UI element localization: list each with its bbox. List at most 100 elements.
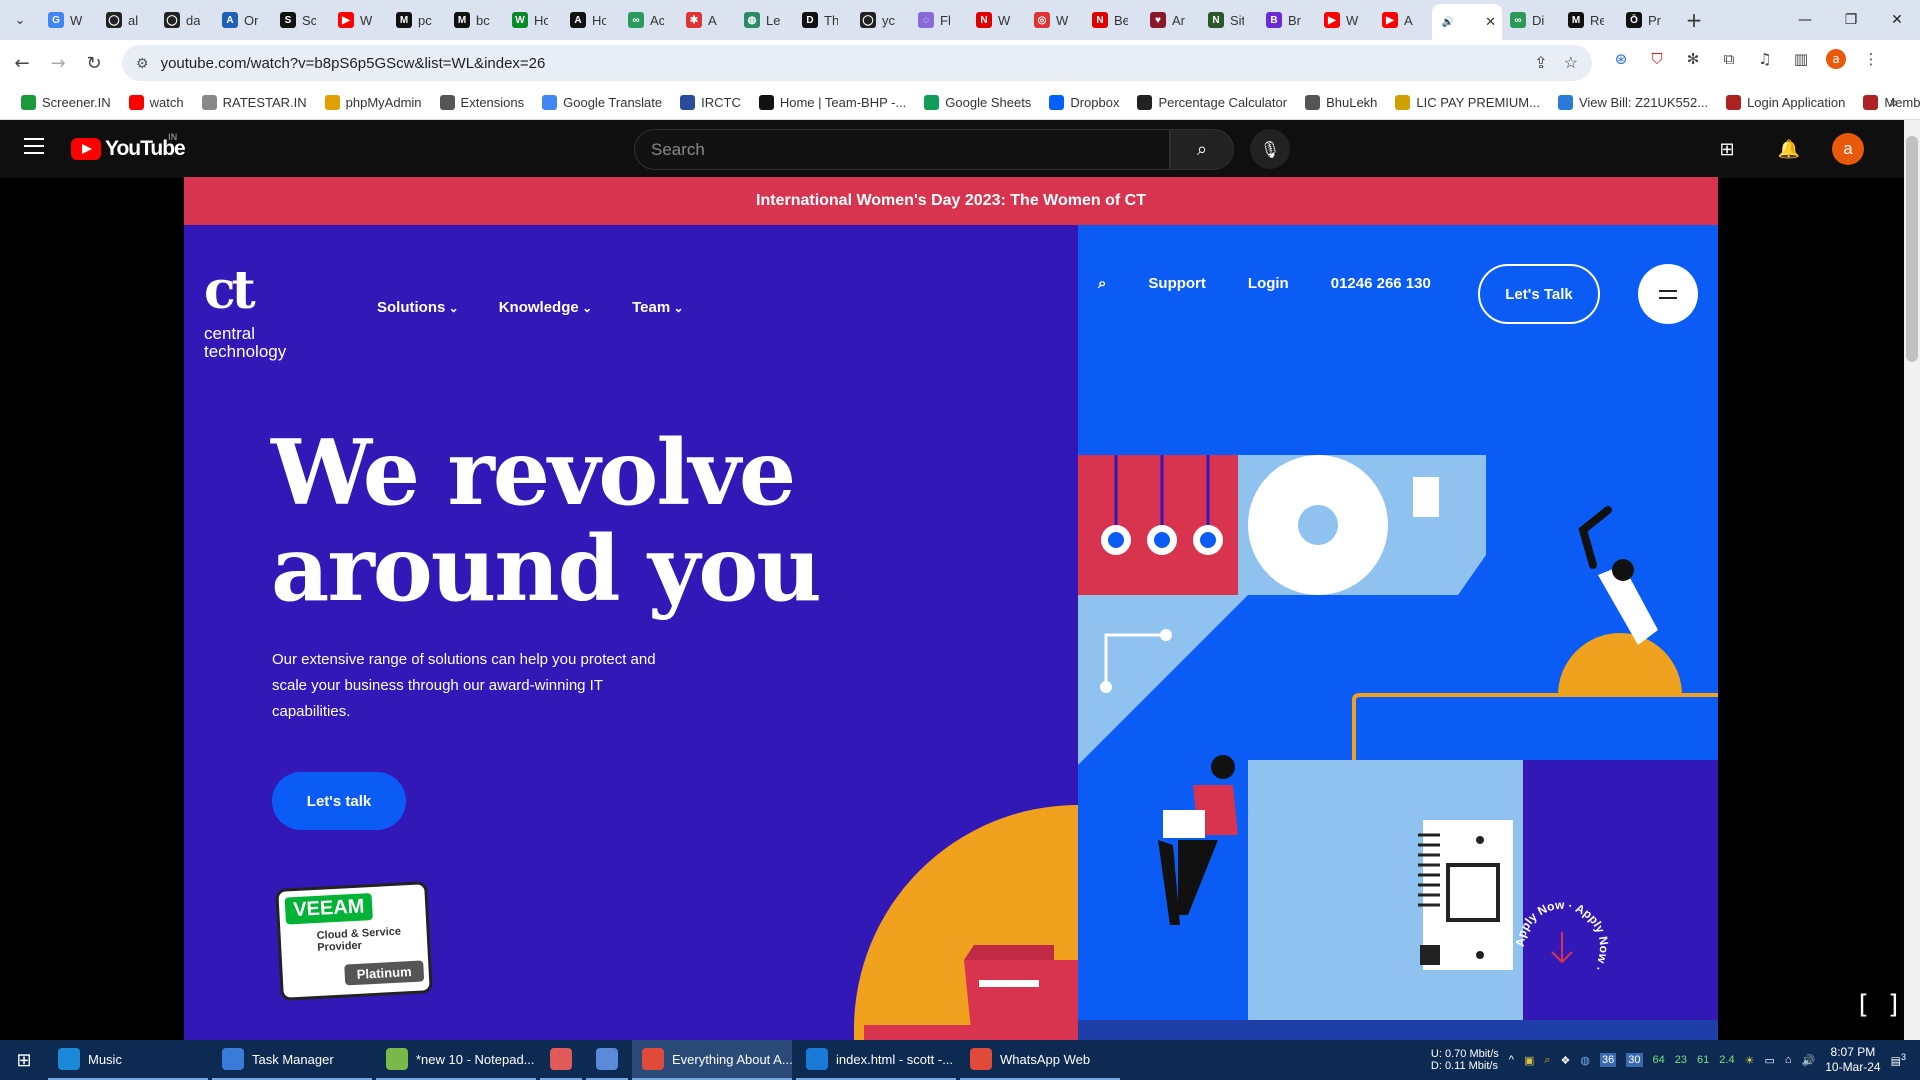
extension-shield-icon[interactable]: ⛉ — [1646, 48, 1668, 70]
browser-tab[interactable]: ∞ Di — [1502, 4, 1560, 36]
url-text[interactable]: youtube.com/watch?v=b8pS6p5GScw&list=WL&… — [161, 55, 546, 72]
youtube-logo[interactable]: YouTube IN — [71, 133, 186, 161]
browser-tab[interactable]: A Hc — [562, 4, 620, 36]
chrome-menu-icon[interactable]: ⋮ — [1860, 48, 1882, 70]
tray-search-icon[interactable]: ⌕ — [1544, 1054, 1550, 1067]
browser-tab[interactable]: D Th — [794, 4, 852, 36]
browser-tab[interactable]: ▶ A — [1374, 4, 1432, 36]
bookmarks-overflow-icon[interactable]: » — [1890, 94, 1898, 111]
tray-app-icon[interactable]: ❖ — [1561, 1054, 1571, 1067]
extensions-puzzle-icon[interactable]: ⧉ — [1718, 48, 1740, 70]
tab-search-button[interactable]: ⌄ — [0, 0, 40, 40]
browser-tab[interactable]: N Sit — [1200, 4, 1258, 36]
taskbar-app[interactable]: Everything About A... — [632, 1040, 793, 1080]
notification-center-icon[interactable]: ▤3 — [1891, 1052, 1906, 1068]
browser-tab[interactable]: ◎ W — [1026, 4, 1084, 36]
site-info-icon[interactable]: ⚙ — [136, 55, 149, 72]
browser-tab[interactable]: NW — [968, 4, 1026, 36]
bookmark-item[interactable]: Dropbox — [1040, 95, 1128, 110]
bookmark-item[interactable]: RATESTAR.IN — [193, 95, 316, 110]
page-scrollbar[interactable] — [1904, 120, 1920, 1040]
tray-volume-icon[interactable]: 🔊 — [1802, 1054, 1816, 1067]
browser-tab[interactable]: ▶ W — [330, 4, 388, 36]
voice-search-button[interactable]: 🎙 — [1250, 129, 1290, 169]
search-button[interactable]: ⌕ — [1170, 129, 1234, 170]
extension-1-icon[interactable]: ⊛ — [1610, 48, 1632, 70]
taskbar-app[interactable]: Task Manager — [212, 1040, 372, 1080]
scrollbar-thumb[interactable] — [1906, 136, 1918, 362]
browser-tab[interactable]: A Or — [214, 4, 272, 36]
browser-tab[interactable]: ▶ W — [1316, 4, 1374, 36]
address-bar[interactable]: ⚙ youtube.com/watch?v=b8pS6p5GScw&list=W… — [122, 45, 1592, 81]
tray-network-icon[interactable]: ⌂ — [1785, 1054, 1792, 1066]
browser-tab[interactable]: ◯ al — [98, 4, 156, 36]
minimize-button[interactable]: — — [1782, 0, 1828, 40]
bookmark-item[interactable]: Extensions — [431, 95, 534, 110]
browser-tab[interactable]: ◯ yc — [852, 4, 910, 36]
fullscreen-bracket-icon[interactable]: [ ] — [1855, 990, 1902, 1020]
restore-button[interactable]: ❐ — [1828, 0, 1874, 40]
install-app-icon[interactable]: ⇪ — [1534, 53, 1547, 73]
guide-menu-icon[interactable] — [24, 138, 44, 154]
reload-button[interactable]: ↻ — [76, 45, 112, 81]
browser-tab[interactable]: B Br — [1258, 4, 1316, 36]
browser-tab[interactable]: ∞ Ac — [620, 4, 678, 36]
media-control-icon[interactable]: ♫ — [1754, 48, 1776, 70]
taskbar-app[interactable]: index.html - scott -... — [796, 1040, 956, 1080]
bookmark-favicon-icon — [758, 95, 774, 110]
browser-tab[interactable]: S Sc — [272, 4, 330, 36]
browser-tab[interactable]: ✱ A — [678, 4, 736, 36]
browser-tab[interactable]: N Be — [1084, 4, 1142, 36]
browser-tab[interactable]: Mbc — [446, 4, 504, 36]
tray-battery-icon[interactable]: ▭ — [1764, 1054, 1774, 1067]
browser-tab[interactable]: ♥ Ar — [1142, 4, 1200, 36]
new-tab-button[interactable]: + — [1676, 8, 1712, 32]
bookmark-item[interactable]: phpMyAdmin — [316, 95, 431, 110]
bookmark-item[interactable]: Screener.IN — [12, 95, 120, 110]
taskbar-app[interactable] — [540, 1040, 582, 1080]
taskbar-app[interactable] — [586, 1040, 628, 1080]
taskbar-app[interactable]: Music — [48, 1040, 208, 1080]
account-avatar[interactable]: a — [1832, 133, 1864, 165]
tray-overflow-icon[interactable]: ^ — [1509, 1054, 1514, 1066]
close-tab-icon[interactable]: ✕ — [1485, 14, 1496, 30]
bookmark-item[interactable]: Member Home — [1854, 95, 1920, 110]
extension-bug-icon[interactable]: ✻ — [1682, 48, 1704, 70]
browser-tab[interactable]: W Hc — [504, 4, 562, 36]
search-input[interactable]: Search — [634, 129, 1170, 170]
bookmark-item[interactable]: LIC PAY PREMIUM... — [1386, 95, 1549, 110]
profile-avatar[interactable]: a — [1826, 49, 1846, 69]
forward-button[interactable]: → — [40, 45, 76, 81]
bookmark-item[interactable]: IRCTC — [671, 95, 750, 110]
bookmark-star-icon[interactable]: ☆ — [1564, 53, 1578, 73]
tray-folder-icon[interactable]: ▣ — [1524, 1054, 1534, 1067]
video-player[interactable]: International Women's Day 2023: The Wome… — [184, 177, 1718, 1040]
browser-tab[interactable]: ◌ Fl — [910, 4, 968, 36]
bookmark-item[interactable]: BhuLekh — [1296, 95, 1386, 110]
bookmark-item[interactable]: watch — [120, 95, 193, 110]
browser-tab[interactable]: GW — [40, 4, 98, 36]
browser-tab[interactable]: Mpc — [388, 4, 446, 36]
browser-tab[interactable]: ◍ Le — [736, 4, 794, 36]
browser-tab[interactable]: M Re — [1560, 4, 1618, 36]
bookmark-item[interactable]: Google Sheets — [915, 95, 1040, 110]
back-button[interactable]: ← — [4, 45, 40, 81]
bookmark-item[interactable]: Percentage Calculator — [1128, 95, 1296, 110]
tray-globe-icon[interactable]: ◍ — [1580, 1054, 1590, 1067]
bookmark-item[interactable]: Google Translate — [533, 95, 671, 110]
clock[interactable]: 8:07 PM 10-Mar-24 — [1825, 1045, 1880, 1075]
bookmark-item[interactable]: Login Application — [1717, 95, 1854, 110]
close-window-button[interactable]: ✕ — [1874, 0, 1920, 40]
side-panel-icon[interactable]: ▥ — [1790, 48, 1812, 70]
taskbar-app[interactable]: WhatsApp Web — [960, 1040, 1120, 1080]
bookmark-item[interactable]: Home | Team-BHP -... — [750, 95, 915, 110]
tray-power-icon[interactable]: ☀ — [1745, 1054, 1755, 1067]
taskbar-app[interactable]: *new 10 - Notepad... — [376, 1040, 536, 1080]
windows-start-icon[interactable]: ⊞ — [0, 1040, 48, 1080]
create-video-icon[interactable]: ⊞ — [1708, 130, 1746, 168]
browser-tab[interactable]: 🔊 ✕ — [1432, 4, 1502, 40]
browser-tab[interactable]: Ō Pr — [1618, 4, 1676, 36]
browser-tab[interactable]: ◯ da — [156, 4, 214, 36]
bookmark-item[interactable]: View Bill: Z21UK552... — [1549, 95, 1717, 110]
notifications-bell-icon[interactable]: 🔔 — [1770, 130, 1808, 168]
